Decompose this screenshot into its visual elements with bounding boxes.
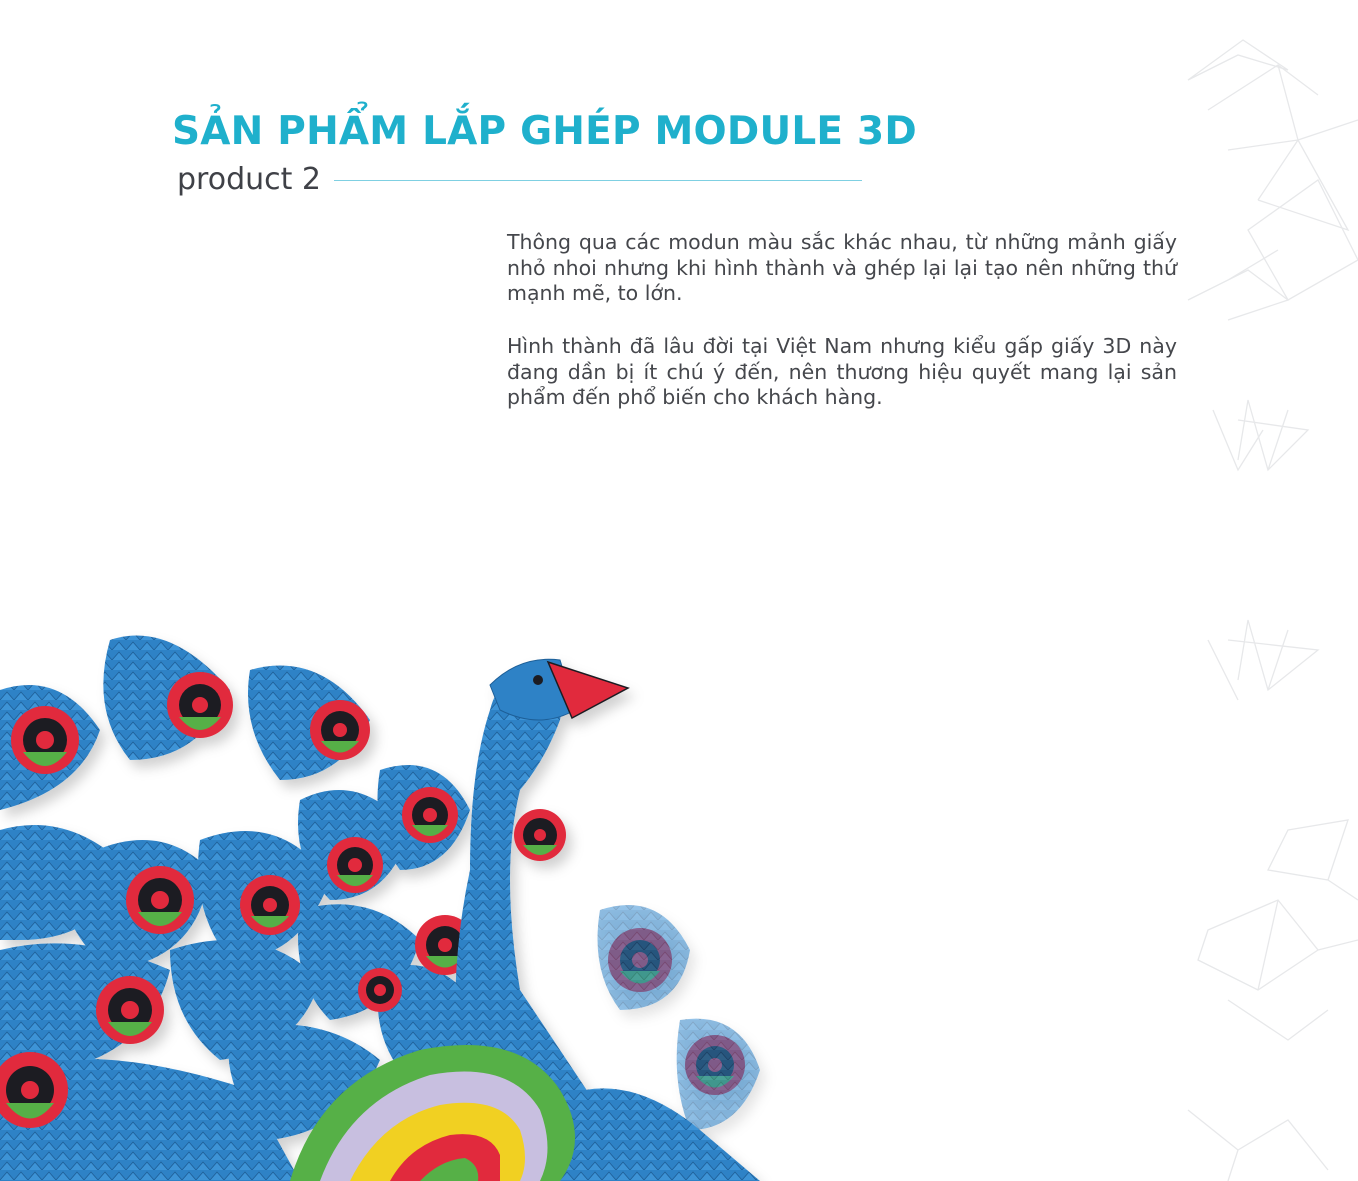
origami-peacock-icon [0,635,760,1181]
peacock-head [489,658,630,721]
page-title: SẢN PHẨM LẮP GHÉP MODULE 3D [172,109,917,154]
description-paragraph-1: Thông qua các modun màu sắc khác nhau, t… [507,230,1177,305]
product-page: SẢN PHẨM LẮP GHÉP MODULE 3D product 2 Th… [0,0,1358,1181]
geometric-line-art-icon [1187,39,1358,1181]
description-paragraph-2: Hình thành đã lâu đời tại Việt Nam nhưng… [507,334,1177,409]
subtitle-divider [334,180,862,181]
page-subtitle: product 2 [177,162,322,197]
